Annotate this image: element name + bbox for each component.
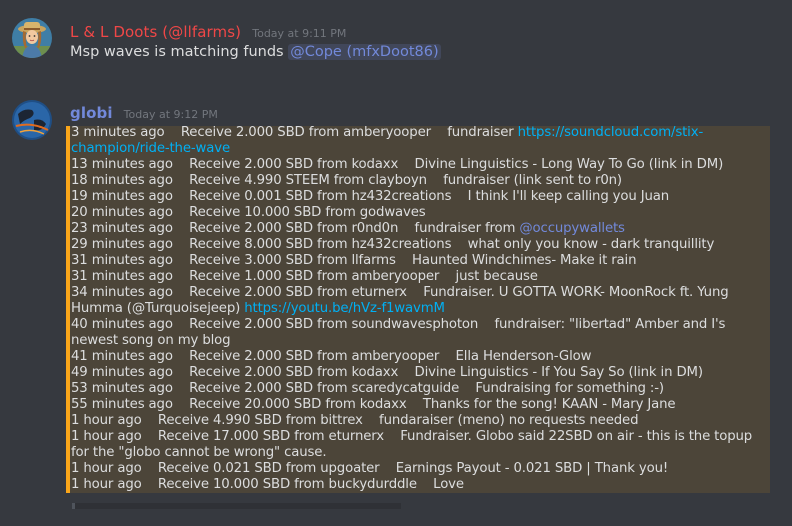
log-text: 49 minutes ago Receive 2.000 SBD from ko… — [71, 365, 703, 380]
log-line: 20 minutes ago Receive 10.000 SBD from g… — [71, 205, 767, 221]
log-text: 19 minutes ago Receive 0.001 SBD from hz… — [71, 189, 670, 204]
log-line: 18 minutes ago Receive 4.990 STEEM from … — [71, 173, 767, 189]
log-link[interactable]: https://youtu.be/hVz-f1wavmM — [244, 301, 445, 316]
log-line: 29 minutes ago Receive 8.000 SBD from hz… — [71, 237, 767, 253]
log-text: 13 minutes ago Receive 2.000 SBD from ko… — [71, 157, 724, 172]
log-text: 29 minutes ago Receive 8.000 SBD from hz… — [71, 237, 715, 252]
farmer-girl-avatar-icon[interactable] — [12, 18, 52, 58]
log-line: 31 minutes ago Receive 1.000 SBD from am… — [71, 269, 767, 285]
log-text: 31 minutes ago Receive 1.000 SBD from am… — [71, 269, 538, 284]
log-line: 49 minutes ago Receive 2.000 SBD from ko… — [71, 365, 767, 381]
message-text: Msp waves is matching funds — [70, 44, 284, 60]
embed-stub — [72, 503, 401, 509]
log-line: 13 minutes ago Receive 2.000 SBD from ko… — [71, 157, 767, 173]
log-text: 31 minutes ago Receive 3.000 SBD from ll… — [71, 253, 637, 268]
log-line: 34 minutes ago Receive 2.000 SBD from et… — [71, 285, 767, 317]
message-content: Msp waves is matching funds @Cope (mfxDo… — [70, 44, 441, 60]
log-line: 1 hour ago Receive 17.000 SBD from eturn… — [71, 429, 767, 461]
log-text: 1 hour ago Receive 0.021 SBD from upgoat… — [71, 461, 669, 476]
log-line: 53 minutes ago Receive 2.000 SBD from sc… — [71, 381, 767, 397]
log-line: 3 minutes ago Receive 2.000 SBD from amb… — [71, 125, 767, 157]
log-line: 41 minutes ago Receive 2.000 SBD from am… — [71, 349, 767, 365]
message-timestamp: Today at 9:12 PM — [123, 108, 218, 121]
log-text: 1 hour ago Receive 10.000 SBD from bucky… — [71, 477, 464, 492]
log-text: 3 minutes ago Receive 2.000 SBD from amb… — [71, 125, 518, 140]
log-line: 23 minutes ago Receive 2.000 SBD from r0… — [71, 221, 767, 237]
log-text: 1 hour ago Receive 17.000 SBD from eturn… — [71, 429, 757, 460]
log-text: 23 minutes ago Receive 2.000 SBD from r0… — [71, 221, 520, 236]
log-text: 18 minutes ago Receive 4.990 STEEM from … — [71, 173, 622, 188]
log-text: 55 minutes ago Receive 20.000 SBD from k… — [71, 397, 676, 412]
message-author[interactable]: L & L Doots (@llfarms) — [70, 23, 241, 41]
globe-avatar-icon[interactable] — [12, 100, 52, 140]
log-text: 53 minutes ago Receive 2.000 SBD from sc… — [71, 381, 664, 396]
log-text: 40 minutes ago Receive 2.000 SBD from so… — [71, 317, 730, 348]
donation-log: 3 minutes ago Receive 2.000 SBD from amb… — [71, 125, 767, 493]
log-line: 31 minutes ago Receive 3.000 SBD from ll… — [71, 253, 767, 269]
log-line: 40 minutes ago Receive 2.000 SBD from so… — [71, 317, 767, 349]
log-line: 1 hour ago Receive 10.000 SBD from bucky… — [71, 477, 767, 493]
user-mention[interactable]: @occupywallets — [519, 221, 625, 236]
chat-messages: L & L Doots (@llfarms) Today at 9:11 PM … — [0, 0, 792, 526]
user-mention[interactable]: @Cope (mfxDoot86) — [288, 44, 441, 60]
log-line: 55 minutes ago Receive 20.000 SBD from k… — [71, 397, 767, 413]
log-text: 20 minutes ago Receive 10.000 SBD from g… — [71, 205, 426, 220]
log-text: 41 minutes ago Receive 2.000 SBD from am… — [71, 349, 592, 364]
message-author[interactable]: globi — [70, 104, 113, 122]
message-timestamp: Today at 9:11 PM — [252, 27, 347, 40]
log-line: 1 hour ago Receive 0.021 SBD from upgoat… — [71, 461, 767, 477]
log-text: 1 hour ago Receive 4.990 SBD from bittre… — [71, 413, 639, 428]
log-line: 1 hour ago Receive 4.990 SBD from bittre… — [71, 413, 767, 429]
log-line: 19 minutes ago Receive 0.001 SBD from hz… — [71, 189, 767, 205]
